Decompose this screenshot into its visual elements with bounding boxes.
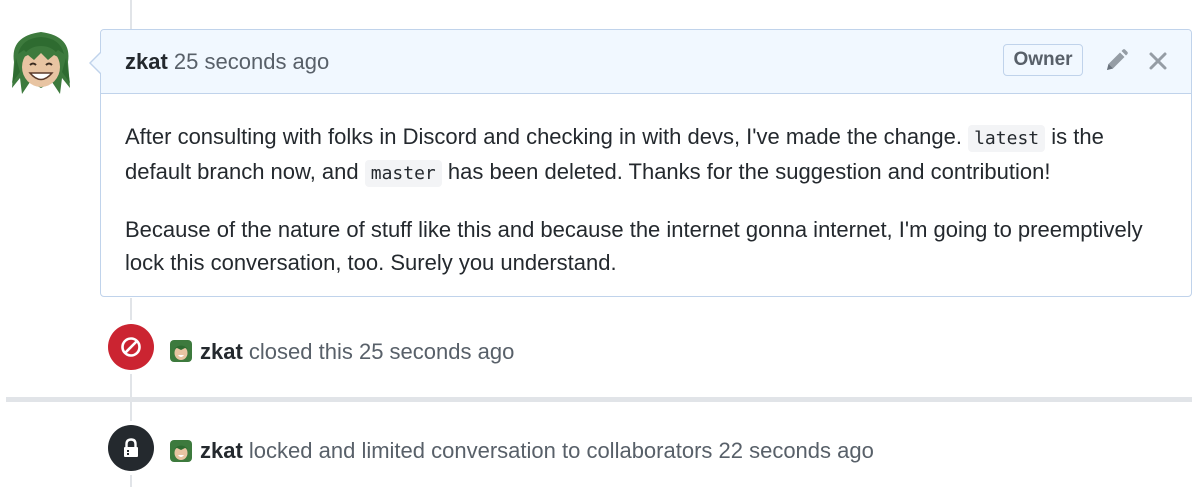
- circle-slash-icon: [121, 337, 141, 357]
- pencil-icon[interactable]: [1103, 48, 1129, 74]
- actor-avatar[interactable]: [170, 440, 192, 462]
- comment-header: zkat 25 seconds ago Owner: [89, 30, 1191, 94]
- comment-body: After consulting with folks in Discord a…: [101, 94, 1191, 279]
- event-description: closed this 25 seconds ago: [248, 339, 515, 364]
- lock-icon: [124, 438, 138, 457]
- event-actor-link[interactable]: zkat: [200, 339, 243, 364]
- inline-code-latest: latest: [968, 125, 1046, 152]
- timeline-separator: [6, 397, 1192, 402]
- inline-code-master: master: [364, 160, 442, 187]
- closed-event-badge: [108, 324, 154, 370]
- comment-header-text: zkat 25 seconds ago: [125, 49, 329, 75]
- x-icon[interactable]: [1147, 50, 1169, 72]
- locked-event-badge: [108, 425, 154, 471]
- closed-event-text: zkat closed this 25 seconds ago: [200, 339, 514, 365]
- comment: zkat 25 seconds ago Owner After consulti…: [89, 29, 1192, 297]
- actor-avatar[interactable]: [170, 340, 192, 362]
- event-actor-link[interactable]: zkat: [200, 438, 243, 463]
- comment-timestamp[interactable]: 25 seconds ago: [174, 49, 329, 74]
- comment-author-link[interactable]: zkat: [125, 49, 168, 74]
- comment-paragraph: Because of the nature of stuff like this…: [125, 217, 1143, 275]
- timeline-line: [130, 0, 132, 29]
- event-description: locked and limited conversation to colla…: [248, 438, 874, 463]
- locked-event-text: zkat locked and limited conversation to …: [200, 438, 874, 464]
- author-avatar[interactable]: [8, 28, 74, 98]
- comment-paragraph: After consulting with folks in Discord a…: [125, 120, 1167, 190]
- owner-badge: Owner: [1003, 44, 1083, 76]
